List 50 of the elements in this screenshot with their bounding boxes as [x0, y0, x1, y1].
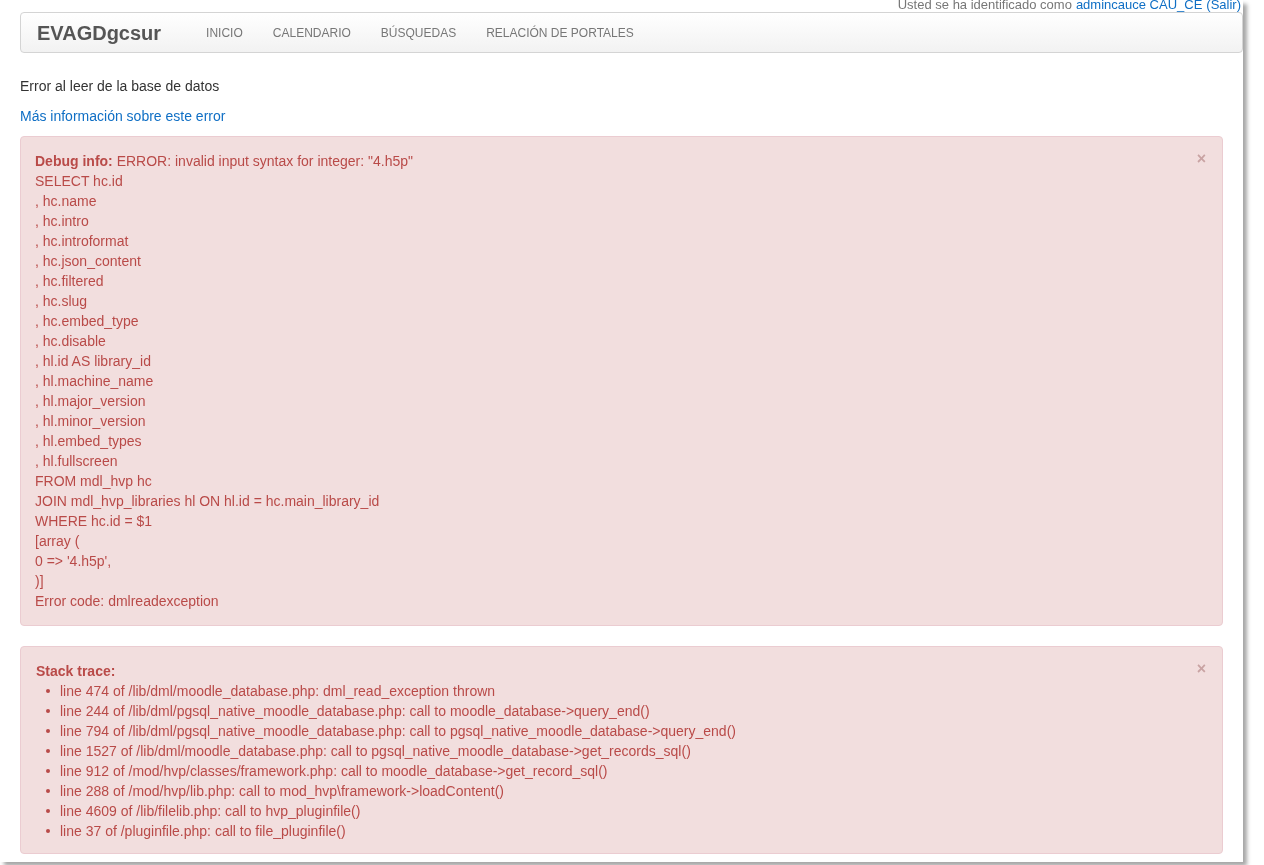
stack-trace-line: line 4609 of /lib/filelib.php: call to hvp_pluginfile()	[60, 802, 361, 821]
debug-line: , hc.embed_type	[35, 312, 139, 331]
stack-trace-line: line 474 of /lib/dml/moodle_database.php: dml_read_exception thrown	[60, 682, 496, 701]
debug-line: , hc.filtered	[35, 272, 104, 291]
stack-trace-line: line 794 of /lib/dml/pgsql_native_moodle_database.php: call to pgsql_native_moodle_database->query_end()	[60, 722, 736, 741]
nav-link[interactable]: CALENDARIO	[257, 23, 366, 42]
debug-line: Debug info: ERROR: invalid input syntax for integer: "4.h5p"	[35, 152, 413, 171]
nav-link[interactable]: BÚSQUEDAS	[365, 23, 472, 42]
bullet-icon	[46, 749, 50, 753]
stack-trace-title: Stack trace:	[36, 662, 116, 681]
debug-line: , hc.introformat	[35, 232, 129, 251]
debug-line: , hl.fullscreen	[35, 452, 118, 471]
bullet-icon	[46, 809, 50, 813]
debug-line: , hc.slug	[35, 292, 88, 311]
stack-trace-line: line 1527 of /lib/dml/moodle_database.php: call to pgsql_native_moodle_database->get_records_sql()	[60, 742, 691, 761]
nav-link[interactable]: INICIO	[191, 23, 258, 42]
debug-line: FROM mdl_hvp hc	[35, 472, 152, 491]
logout-link[interactable]: (Salir)	[1206, 0, 1241, 12]
error-message: Error al leer de la base de datos	[20, 77, 221, 96]
debug-line: , hc.intro	[35, 212, 89, 231]
stack-trace-line: line 288 of /mod/hvp/lib.php: call to mod_hvp\framework->loadContent()	[60, 782, 504, 801]
debug-line: , hl.machine_name	[35, 372, 154, 391]
bullet-icon	[46, 769, 50, 773]
bullet-icon	[46, 829, 50, 833]
debug-line: , hl.id AS library_id	[35, 352, 151, 371]
debug-line: [array (	[35, 532, 80, 551]
debug-line: JOIN mdl_hvp_libraries hl ON hl.id = hc.main_library_id	[35, 492, 380, 511]
debug-line: 0 => '4.h5p',	[35, 552, 112, 571]
debug-line: WHERE hc.id = $1	[35, 512, 153, 531]
stack-trace-line: line 244 of /lib/dml/pgsql_native_moodle_database.php: call to moodle_database->query_end()	[60, 702, 650, 721]
user-link[interactable]: admincauce CAU_CE	[1075, 0, 1203, 12]
debug-line: , hc.json_content	[35, 252, 141, 271]
debug-line: SELECT hc.id	[35, 172, 123, 191]
debug-line: , hl.embed_types	[35, 432, 142, 451]
bullet-icon	[46, 709, 50, 713]
debug-line: , hl.major_version	[35, 392, 146, 411]
debug-line: , hc.disable	[35, 332, 106, 351]
more-info-link[interactable]: Más información sobre este error	[20, 106, 226, 126]
site-brand[interactable]: EVAGDgcsur	[37, 17, 162, 48]
bullet-icon	[46, 729, 50, 733]
bullet-icon	[46, 789, 50, 793]
nav-link[interactable]: RELACIÓN DE PORTALES	[471, 23, 649, 42]
bullet-icon	[46, 689, 50, 693]
debug-line: Error code: dmlreadexception	[35, 592, 219, 611]
debug-line: )]	[35, 572, 44, 591]
login-info-text: Usted se ha identificado como	[897, 0, 1072, 12]
stack-trace-line: line 37 of /pluginfile.php: call to file_pluginfile()	[60, 822, 346, 841]
debug-line: , hl.minor_version	[35, 412, 146, 431]
debug-line: , hc.name	[35, 192, 97, 211]
stack-trace-line: line 912 of /mod/hvp/classes/framework.php: call to moodle_database->get_record_sql()	[60, 762, 608, 781]
